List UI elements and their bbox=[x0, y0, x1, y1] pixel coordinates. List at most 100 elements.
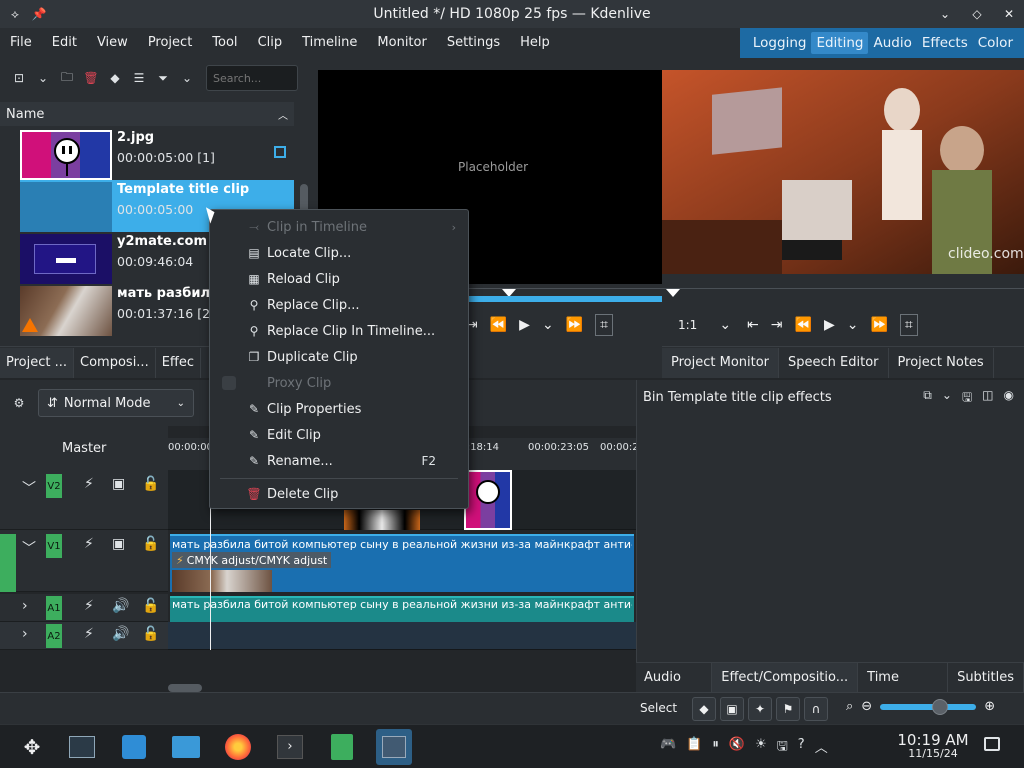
save-icon[interactable]: 🖫 bbox=[962, 388, 972, 409]
eye-icon[interactable]: ◉ bbox=[1004, 388, 1014, 409]
menu-timeline[interactable]: Timeline bbox=[292, 28, 367, 58]
menu-help[interactable]: Help bbox=[510, 28, 560, 58]
menu-item-proxy-clip[interactable]: Proxy Clip bbox=[210, 370, 468, 396]
thumbnails-icon[interactable]: ▣ bbox=[720, 697, 744, 721]
zoom-out-icon[interactable]: ⊖ bbox=[861, 699, 872, 714]
collapse-icon[interactable]: ﹀ bbox=[22, 478, 36, 498]
lock-icon[interactable]: 🔓 bbox=[142, 598, 159, 614]
compare-dropdown-icon[interactable]: ⌄ bbox=[942, 388, 952, 409]
clipboard-icon[interactable]: 📋 bbox=[686, 737, 702, 759]
proxy-checkbox[interactable] bbox=[222, 376, 236, 390]
show-desktop-icon[interactable] bbox=[984, 737, 1000, 751]
add-folder-icon[interactable]: 🗀 bbox=[58, 69, 76, 87]
timeline-clip-2jpg[interactable] bbox=[464, 470, 512, 530]
clock[interactable]: 10:19 AM 11/15/24 bbox=[896, 731, 970, 760]
add-clip-dropdown-icon[interactable]: ⌄ bbox=[34, 69, 52, 87]
tab-project-bin[interactable]: Project ... bbox=[0, 347, 75, 378]
lock-icon[interactable]: 🔓 bbox=[142, 476, 159, 492]
brightness-icon[interactable]: ☀ bbox=[755, 737, 767, 759]
lock-icon[interactable]: 🔓 bbox=[142, 626, 159, 642]
system-settings-icon[interactable] bbox=[64, 729, 100, 765]
maximize-button[interactable]: ◇ bbox=[970, 7, 984, 21]
tab-time-remap[interactable]: Time Rem... bbox=[858, 662, 949, 715]
tab-effects[interactable]: Effec bbox=[156, 347, 202, 378]
layout-color[interactable]: Color bbox=[973, 32, 1018, 54]
list-view-icon[interactable]: ☰ bbox=[130, 69, 148, 87]
bin-column-header[interactable]: Name ︿ bbox=[0, 102, 294, 126]
track-header-v1[interactable]: ﹀ V1 ⚡ ▣ 🔓 bbox=[0, 530, 168, 592]
film-icon[interactable]: ▣ bbox=[112, 536, 125, 552]
minimize-button[interactable]: ⌄ bbox=[938, 7, 952, 21]
clip-effect-badge[interactable]: ⚡ CMYK adjust/CMYK adjust bbox=[172, 552, 332, 568]
zoom-dropdown-icon[interactable]: ⌄ bbox=[719, 317, 731, 333]
spreadsheet-icon[interactable] bbox=[324, 729, 360, 765]
track-badge[interactable]: V1 bbox=[46, 534, 62, 558]
filter-dropdown-icon[interactable]: ⌄ bbox=[178, 69, 196, 87]
close-button[interactable]: ✕ bbox=[1002, 7, 1016, 21]
edit-mode-select[interactable]: ⇵ Normal Mode ⌄ bbox=[38, 389, 194, 417]
track-badge[interactable]: A1 bbox=[46, 596, 62, 620]
tab-project-notes[interactable]: Project Notes bbox=[889, 347, 994, 378]
split-view-icon[interactable]: ◫ bbox=[982, 388, 993, 409]
layout-effects[interactable]: Effects bbox=[917, 32, 973, 54]
timeline-clip-v1[interactable]: мать разбила битой компьютер сыну в реал… bbox=[170, 534, 634, 592]
timeline-clip-thumb[interactable] bbox=[344, 510, 420, 530]
help-icon[interactable]: ? bbox=[798, 737, 805, 759]
effects-wand-icon[interactable]: ⚡ bbox=[84, 598, 94, 614]
menu-view[interactable]: View bbox=[87, 28, 138, 58]
bin-search-input[interactable] bbox=[206, 65, 298, 91]
menu-tool[interactable]: Tool bbox=[202, 28, 247, 58]
menu-item-replace-in-timeline[interactable]: ⚲ Replace Clip In Timeline... bbox=[210, 318, 468, 344]
track-body-a2[interactable] bbox=[168, 622, 636, 650]
track-header-a2[interactable]: › A2 ⚡ 🔊 🔓 bbox=[0, 622, 168, 650]
sort-arrow-icon[interactable]: ︿ bbox=[278, 107, 288, 122]
timeline-scrollbar[interactable] bbox=[168, 684, 202, 692]
menu-edit[interactable]: Edit bbox=[42, 28, 87, 58]
film-icon[interactable]: ▣ bbox=[112, 476, 125, 492]
keyframes-icon[interactable]: ✦ bbox=[748, 697, 772, 721]
project-monitor-ruler[interactable] bbox=[662, 288, 1024, 297]
forward-icon[interactable]: ⏩ bbox=[870, 317, 887, 333]
track-header-a1[interactable]: › A1 ⚡ 🔊 🔓 bbox=[0, 594, 168, 622]
kdenlive-task-icon[interactable] bbox=[376, 729, 412, 765]
tab-audio-mixer[interactable]: Audio M... bbox=[636, 662, 713, 715]
discord-icon[interactable]: 🎮 bbox=[660, 737, 676, 759]
file-manager-icon[interactable] bbox=[168, 729, 204, 765]
rewind-icon[interactable]: ⏪ bbox=[795, 317, 812, 333]
track-badge[interactable]: V2 bbox=[46, 474, 62, 498]
tag-icon[interactable]: ◆ bbox=[692, 697, 716, 721]
speaker-icon[interactable]: 🔊 bbox=[112, 598, 129, 614]
menu-item-locate-clip[interactable]: ▤ Locate Clip... bbox=[210, 240, 468, 266]
menu-monitor[interactable]: Monitor bbox=[367, 28, 436, 58]
terminal-icon[interactable]: › bbox=[272, 729, 308, 765]
master-track-label[interactable]: Master bbox=[0, 426, 168, 470]
play-icon[interactable]: ▶ bbox=[824, 317, 835, 333]
menu-item-duplicate-clip[interactable]: ❐ Duplicate Clip bbox=[210, 344, 468, 370]
set-out-icon[interactable]: ⇥ bbox=[771, 317, 783, 333]
layout-logging[interactable]: Logging bbox=[748, 32, 812, 54]
effects-wand-icon[interactable]: ⚡ bbox=[84, 476, 94, 492]
play-dropdown-icon[interactable]: ⌄ bbox=[542, 317, 554, 333]
timeline-clip-a1[interactable]: мать разбила битой компьютер сыну в реал… bbox=[170, 596, 634, 622]
collapse-icon[interactable]: ﹀ bbox=[22, 538, 36, 558]
storage-icon[interactable]: 🖫 bbox=[777, 737, 788, 759]
zoom-slider-knob[interactable] bbox=[932, 698, 949, 715]
menu-item-rename[interactable]: ✎ Rename... F2 bbox=[210, 448, 468, 474]
menu-item-reload-clip[interactable]: ▦ Reload Clip bbox=[210, 266, 468, 292]
rewind-icon[interactable]: ⏪ bbox=[490, 317, 507, 333]
tab-project-monitor[interactable]: Project Monitor bbox=[662, 347, 780, 378]
add-clip-icon[interactable]: ⊡ bbox=[10, 69, 28, 87]
tag-icon[interactable]: ◆ bbox=[106, 69, 124, 87]
effects-wand-icon[interactable]: ⚡ bbox=[84, 536, 94, 552]
volume-muted-icon[interactable]: 🔇 bbox=[729, 737, 745, 759]
kdenlive-app-icon[interactable]: ⟡ bbox=[8, 7, 22, 21]
discover-icon[interactable] bbox=[116, 729, 152, 765]
zoom-in-icon[interactable]: ⊕ bbox=[984, 699, 995, 714]
filter-icon[interactable]: ⏷ bbox=[154, 69, 172, 87]
delete-icon[interactable]: 🗑 bbox=[82, 69, 100, 87]
timeline-settings-icon[interactable]: ⚙ bbox=[10, 394, 28, 412]
menu-item-edit-clip[interactable]: ✎ Edit Clip bbox=[210, 422, 468, 448]
crop-icon[interactable]: ⌗ bbox=[899, 314, 918, 336]
menu-item-clip-properties[interactable]: ✎ Clip Properties bbox=[210, 396, 468, 422]
pin-icon[interactable]: 📌 bbox=[32, 7, 47, 21]
